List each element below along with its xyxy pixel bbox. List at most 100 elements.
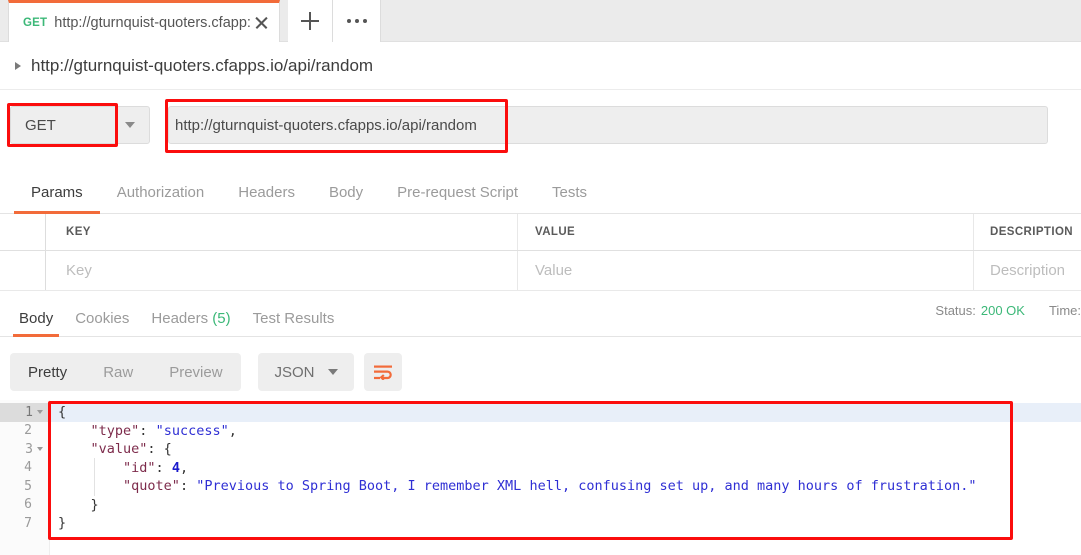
plus-icon (301, 12, 319, 30)
code-line: "id": 4, (50, 459, 1081, 478)
request-tab[interactable]: GET http://gturnquist-quoters.cfapp: (8, 0, 280, 42)
fold-arrow-icon[interactable] (37, 447, 43, 452)
http-method-select[interactable]: GET (10, 106, 150, 144)
indent-guide (94, 458, 95, 496)
param-value-input[interactable]: Value (518, 251, 974, 290)
body-view-switcher: Pretty Raw Preview (10, 353, 241, 391)
line-number-gutter: 1 2 3 4 5 6 7 (0, 400, 50, 555)
line-number: 5 (0, 477, 49, 496)
status-badge: 200 OK (980, 303, 1025, 318)
code-token: "Previous to Spring Boot, I remember XML… (196, 478, 977, 495)
time-label: Time: (1048, 303, 1081, 318)
http-method-value: GET (25, 116, 56, 134)
code-token: : (155, 459, 172, 476)
line-number-label: 3 (25, 441, 33, 457)
line-number: 1 (0, 403, 49, 422)
column-header-description: DESCRIPTION (974, 214, 1081, 250)
word-wrap-icon (374, 365, 392, 380)
code-line: } (50, 496, 1081, 515)
line-number-label: 6 (24, 497, 32, 513)
column-header-value: VALUE (518, 214, 974, 250)
code-token: "id" (123, 459, 156, 476)
request-tabs: Params Authorization Headers Body Pre-re… (0, 170, 1081, 214)
more-options-button[interactable] (333, 0, 381, 42)
response-tab-body[interactable]: Body (8, 310, 64, 337)
code-token: } (58, 515, 67, 532)
response-tab-headers[interactable]: Headers (5) (140, 310, 241, 336)
tab-body[interactable]: Body (312, 184, 380, 213)
line-number: 7 (0, 514, 49, 533)
body-format-select[interactable]: JSON (258, 353, 354, 391)
response-body-toolbar: Pretty Raw Preview JSON (0, 353, 1081, 395)
code-token: "value" (90, 441, 148, 458)
collapse-arrow-icon[interactable] (15, 61, 21, 70)
postman-window: GET http://gturnquist-quoters.cfapp: htt… (0, 0, 1081, 555)
line-number-label: 5 (24, 478, 32, 494)
params-table: KEY VALUE DESCRIPTION Key Value Descript… (0, 214, 1081, 291)
chevron-down-icon (327, 369, 338, 375)
response-tabs: Body Cookies Headers (5) Test Results (0, 297, 1081, 337)
chevron-down-icon (125, 122, 135, 128)
line-number: 2 (0, 422, 49, 441)
code-line: "type": "success", (50, 422, 1081, 441)
code-line: "value": { (50, 440, 1081, 459)
row-checkbox-cell[interactable] (0, 251, 46, 290)
response-status-area: Status: 200 OK Time: (935, 303, 1081, 318)
code-token: , (179, 459, 189, 476)
param-description-placeholder: Description (990, 262, 1066, 279)
code-token: : (139, 422, 156, 439)
code-line: "quote": "Previous to Spring Boot, I rem… (50, 477, 1081, 496)
close-icon[interactable] (251, 13, 271, 33)
view-pretty-button[interactable]: Pretty (10, 364, 85, 381)
view-preview-button[interactable]: Preview (151, 364, 240, 381)
line-number-label: 7 (24, 515, 32, 531)
new-tab-button[interactable] (288, 0, 333, 42)
column-header-key: KEY (46, 214, 518, 250)
table-row: Key Value Description (0, 251, 1081, 291)
table-header-row: KEY VALUE DESCRIPTION (0, 214, 1081, 251)
param-value-placeholder: Value (535, 262, 573, 279)
request-url-input[interactable]: http://gturnquist-quoters.cfapps.io/api/… (168, 106, 1048, 144)
line-number: 6 (0, 496, 49, 515)
response-body-viewer[interactable]: 1 2 3 4 5 6 7 { "type": "success", "valu… (0, 400, 1081, 555)
view-raw-button[interactable]: Raw (85, 364, 151, 381)
tab-bar: GET http://gturnquist-quoters.cfapp: (0, 0, 1081, 42)
fold-arrow-icon[interactable] (37, 410, 43, 415)
line-number-label: 4 (24, 460, 32, 476)
code-line: { (50, 403, 1081, 422)
response-tab-test-results[interactable]: Test Results (242, 310, 346, 336)
line-number-label: 2 (24, 423, 32, 439)
tab-tests[interactable]: Tests (535, 184, 604, 213)
tab-headers[interactable]: Headers (221, 184, 312, 213)
code-token: , (228, 422, 237, 439)
tab-pre-request-script[interactable]: Pre-request Script (380, 184, 535, 213)
column-header-value-label: VALUE (535, 226, 576, 238)
code-token: } (58, 496, 99, 513)
response-tab-cookies[interactable]: Cookies (64, 310, 140, 336)
code-token: "quote" (123, 478, 180, 495)
body-format-value: JSON (274, 363, 315, 381)
code-line: } (50, 514, 1081, 533)
word-wrap-button[interactable] (364, 353, 402, 391)
param-description-input[interactable]: Description (974, 251, 1081, 290)
code-token: 4 (171, 459, 180, 476)
more-options-icon (346, 19, 367, 23)
select-all-cell[interactable] (0, 214, 46, 250)
headers-count-badge: (5) (212, 310, 231, 327)
request-url-value: http://gturnquist-quoters.cfapps.io/api/… (175, 116, 477, 134)
param-key-input[interactable]: Key (46, 251, 518, 290)
breadcrumb: http://gturnquist-quoters.cfapps.io/api/… (0, 42, 1081, 90)
code-token: "success" (155, 422, 229, 439)
code-token: "type" (90, 422, 140, 439)
line-number-label: 1 (25, 404, 33, 420)
tab-authorization[interactable]: Authorization (100, 184, 222, 213)
code-token: { (58, 404, 67, 421)
status-label: Status: (935, 303, 976, 318)
code-lines[interactable]: { "type": "success", "value": { "id": 4,… (50, 400, 1081, 555)
tab-params[interactable]: Params (14, 184, 100, 214)
response-tab-headers-label: Headers (151, 310, 209, 327)
page-title: http://gturnquist-quoters.cfapps.io/api/… (31, 55, 374, 75)
